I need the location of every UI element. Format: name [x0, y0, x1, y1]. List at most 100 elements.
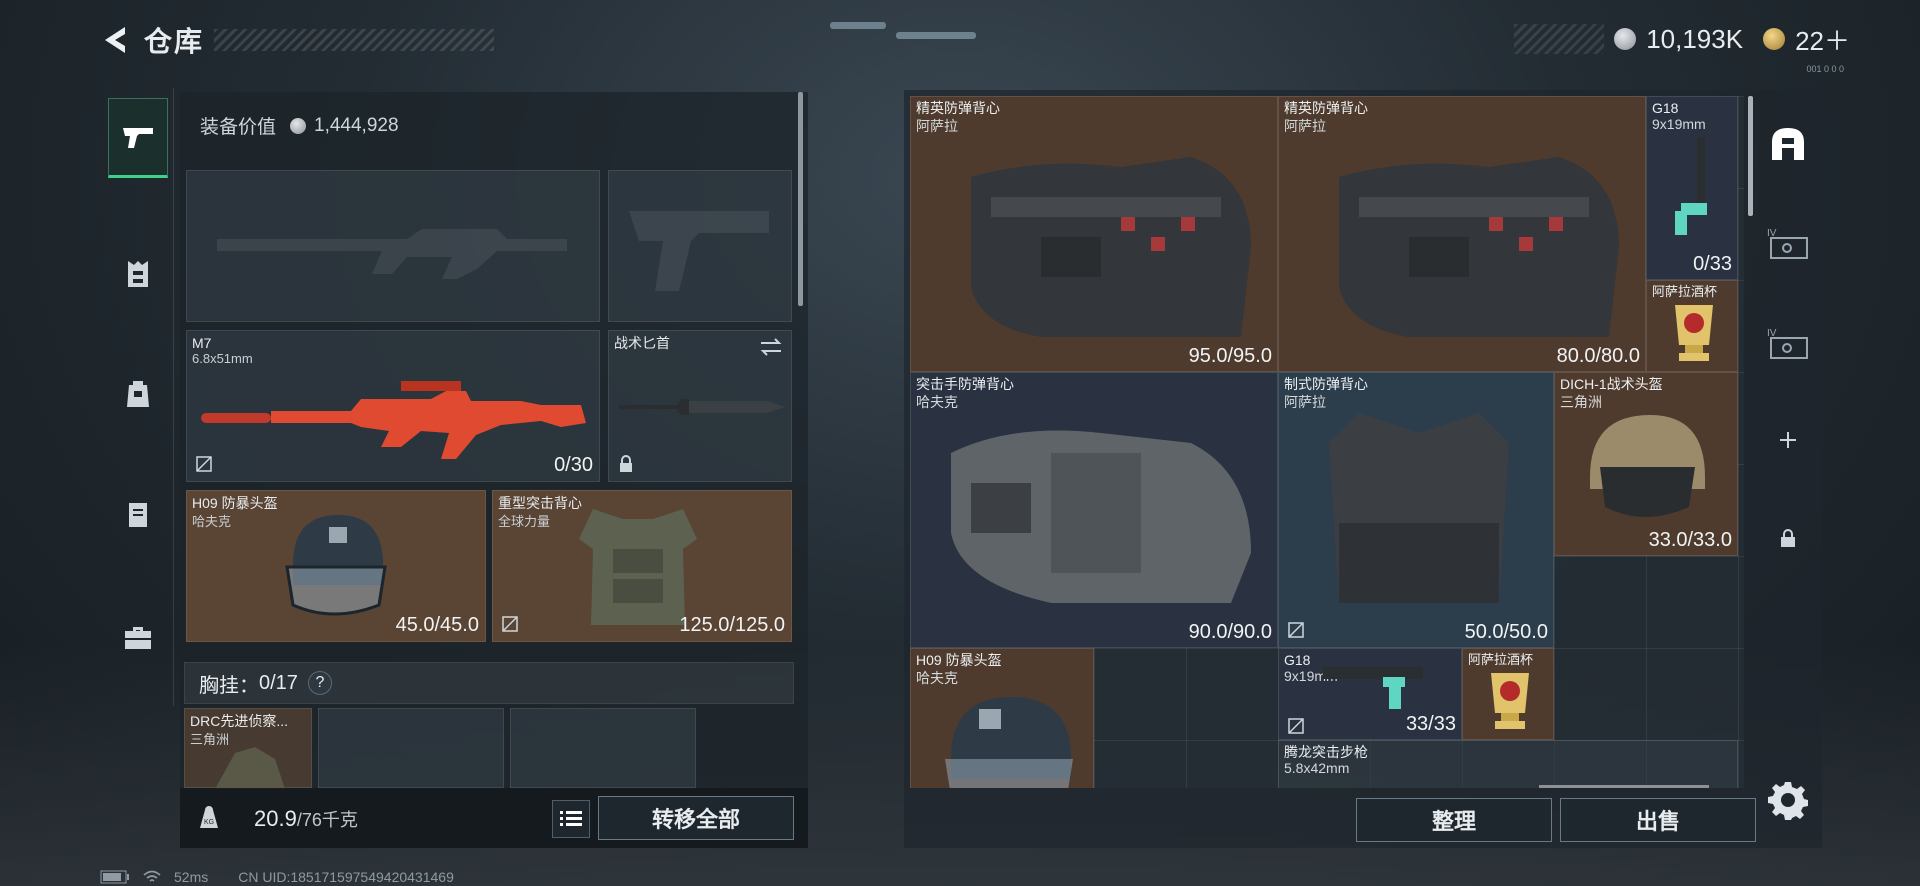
not-insured-icon — [502, 616, 518, 632]
list-view-button[interactable] — [552, 800, 590, 838]
nav-armor[interactable] — [108, 234, 168, 314]
stash-item[interactable]: H09 防暴头盔 哈夫克 — [910, 648, 1094, 788]
secondary-weapon-slot-empty[interactable] — [608, 170, 792, 322]
stash-item[interactable]: 腾龙突击步枪 5.8x42mm — [1278, 740, 1738, 788]
stash-item[interactable]: G18 9x19mm 33/33 — [1278, 648, 1462, 740]
weapon-name: M7 — [192, 335, 212, 351]
help-icon[interactable]: ? — [307, 671, 332, 695]
stash-item[interactable]: DICH-1战术头盔 三角洲 33.0/33.0 — [1554, 372, 1738, 556]
asala-cup-image — [1675, 305, 1713, 361]
lock-icon — [1781, 529, 1795, 547]
item-name: 制式防弹背心 — [1284, 376, 1368, 392]
weapon-ammo: 0/30 — [554, 454, 593, 476]
stash-item[interactable]: 突击手防弹背心 哈夫克 90.0/90.0 — [910, 372, 1278, 648]
item-name: H09 防暴头盔 — [916, 652, 1002, 668]
wifi-icon — [143, 870, 161, 882]
equipment-value-amount: 1,444,928 — [314, 114, 399, 136]
elite-vest-image — [971, 157, 1251, 337]
nav-case[interactable] — [108, 598, 168, 678]
rig-item-image — [215, 747, 285, 789]
item-caliber: 5.8x42mm — [1284, 760, 1350, 776]
melee-slot[interactable]: 战术匕首 — [608, 330, 792, 482]
item-name: G18 — [1284, 652, 1311, 668]
armor-name: 重型突击背心 — [498, 495, 582, 511]
list-icon — [560, 811, 582, 826]
stash-tab-case-1[interactable]: IV — [1760, 216, 1816, 272]
item-ammo: 0/33 — [1693, 253, 1732, 275]
tactical-knife-image — [619, 399, 785, 415]
stash-icon — [1772, 128, 1804, 160]
weight-display: 20.9/76千克 — [254, 806, 358, 832]
sort-button[interactable]: 整理 — [1356, 798, 1552, 842]
armor-icon — [128, 261, 148, 287]
equipment-scrollbar[interactable] — [798, 92, 803, 306]
swap-icon[interactable] — [759, 337, 783, 357]
m7-rifle-image — [201, 381, 586, 459]
stash-item[interactable]: G18 9x19mm 0/33 — [1646, 96, 1738, 280]
not-insured-icon — [1288, 718, 1304, 734]
armor-durability: 125.0/125.0 — [679, 614, 785, 636]
lock-icon — [620, 455, 632, 472]
chest-rig-slot[interactable]: DRC先进侦察... 三角洲 — [184, 708, 312, 789]
toolbox-icon — [125, 627, 151, 649]
right-stash-nav: IV IV — [1760, 96, 1816, 596]
back-arrow-icon[interactable] — [96, 20, 136, 60]
rig-slot-empty[interactable] — [318, 708, 504, 788]
primary-weapon-slot-empty[interactable] — [186, 170, 600, 322]
sell-button[interactable]: 出售 — [1560, 798, 1756, 842]
transfer-all-button[interactable]: 转移全部 — [598, 796, 794, 840]
svg-text:KG: KG — [204, 819, 214, 826]
gold-currency-value[interactable]: 22＋ — [1795, 21, 1850, 58]
plus-icon — [1780, 432, 1796, 448]
stash-tab-case-2[interactable]: IV — [1760, 316, 1816, 372]
gold-coin-icon — [1763, 28, 1786, 50]
page-title: 仓库 — [144, 26, 205, 57]
primary-weapon-slot[interactable]: M7 6.8x51mm 0/30 — [186, 330, 600, 482]
rig-slot-empty[interactable] — [510, 708, 696, 788]
item-name: 阿萨拉酒杯 — [1652, 284, 1718, 299]
elite-vest-image — [1339, 157, 1619, 337]
pistol-silhouette-icon — [629, 211, 769, 291]
add-stash-button[interactable] — [1760, 412, 1816, 468]
asala-cup-image — [1491, 673, 1529, 729]
stash-tab-main[interactable] — [1760, 116, 1816, 172]
riot-helmet-image — [285, 515, 387, 616]
uid-text: CN UID:18517159754942043146​9 — [238, 869, 454, 885]
item-brand: 阿萨拉 — [916, 118, 958, 134]
item-durability: 80.0/80.0 — [1556, 345, 1640, 367]
battery-icon — [100, 870, 129, 884]
stash-item[interactable]: 精英防弹背心 阿萨拉 95.0/95.0 — [910, 96, 1278, 372]
title-decoration — [214, 29, 495, 51]
g18-pistol-image — [1323, 667, 1423, 709]
chest-rig-label: 胸挂： — [199, 674, 259, 697]
armor-slot[interactable]: 重型突击背心 全球力量 125.0/125.0 — [492, 490, 792, 642]
melee-name: 战术匕首 — [614, 335, 670, 351]
not-insured-icon — [1288, 622, 1304, 638]
item-durability: 95.0/95.0 — [1188, 345, 1272, 367]
stash-item[interactable]: 制式防弹背心 阿萨拉 50.0/50.0 — [1278, 372, 1554, 648]
helmet-slot[interactable]: H09 防暴头盔 哈夫克 45.0/45.0 — [186, 490, 486, 642]
ceiling-light — [830, 22, 886, 29]
helmet-brand: 哈夫克 — [192, 514, 232, 529]
chest-rig-count: 0/17 — [259, 671, 298, 694]
chest-rig-bar[interactable]: 胸挂： 0/17 ? — [184, 662, 794, 704]
nav-weapons[interactable] — [108, 98, 168, 178]
rifle-silhouette-icon — [217, 229, 567, 279]
equipment-footer: KG 20.9/76千克 转移全部 — [180, 788, 808, 848]
stash-item[interactable]: 阿萨拉酒杯 — [1462, 648, 1554, 740]
item-name: 突击手防弹背心 — [916, 376, 1014, 392]
backpack-icon — [127, 381, 149, 407]
gear-icon[interactable] — [1768, 780, 1808, 820]
stash-item[interactable]: 精英防弹背心 阿萨拉 80.0/80.0 — [1278, 96, 1646, 372]
nav-container[interactable] — [108, 474, 168, 554]
left-category-nav — [104, 88, 174, 706]
locked-stash-tab[interactable] — [1760, 510, 1816, 566]
weight-max: /76千克 — [296, 810, 358, 830]
stash-item[interactable]: 阿萨拉酒杯 — [1646, 280, 1738, 372]
item-name: 腾龙突击步枪 — [1284, 744, 1368, 760]
silver-currency-value: 10,193K — [1646, 23, 1744, 54]
assault-rifle-image — [1539, 785, 1709, 788]
item-brand: 阿萨拉 — [1284, 118, 1326, 134]
nav-backpack[interactable] — [108, 354, 168, 434]
stash-scrollbar[interactable] — [1748, 96, 1753, 216]
